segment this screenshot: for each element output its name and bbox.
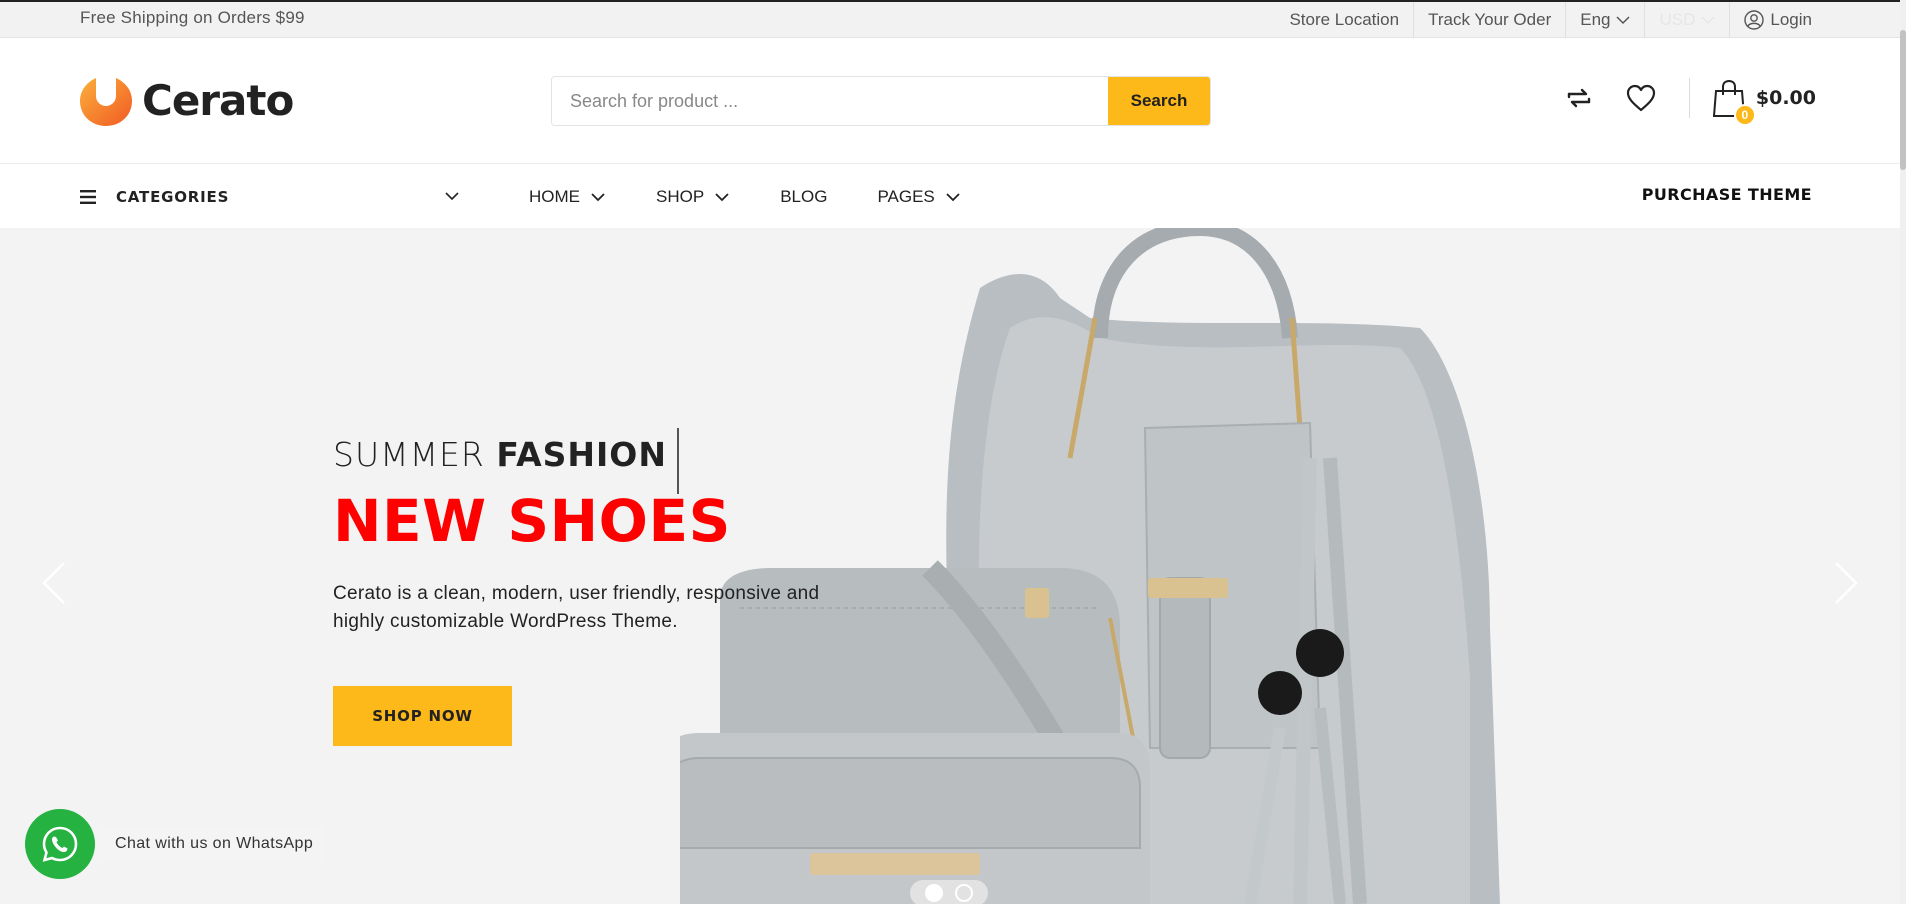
chevron-right-icon	[1835, 562, 1858, 604]
logo-text: Cerato	[142, 75, 294, 125]
chevron-down-icon	[1701, 16, 1715, 25]
menu-item-label: SHOP	[656, 186, 705, 206]
shop-now-button[interactable]: SHOP NOW	[333, 686, 512, 746]
chevron-down-icon	[715, 192, 729, 201]
wishlist-button[interactable]	[1621, 78, 1661, 118]
search-button[interactable]: Search	[1108, 77, 1210, 125]
top-bar: Free Shipping on Orders $99 Store Locati…	[0, 0, 1906, 38]
currency-selector[interactable]: USD	[1644, 2, 1729, 38]
hero-eyebrow-light: SUMMER	[333, 435, 485, 474]
page-scrollbar[interactable]	[1900, 0, 1906, 904]
menu-item-pages[interactable]: PAGES	[877, 187, 960, 207]
hero-description: Cerato is a clean, modern, user friendly…	[333, 583, 820, 632]
track-order-link[interactable]: Track Your Oder	[1413, 2, 1565, 38]
chevron-down-icon	[946, 192, 960, 201]
hero-title: NEW SHOES	[333, 487, 731, 555]
menu-item-blog[interactable]: BLOG	[780, 187, 827, 207]
whatsapp-chat-widget[interactable]: Chat with us on WhatsApp	[25, 809, 326, 879]
menu-item-label: BLOG	[780, 186, 828, 206]
language-label: Eng	[1580, 10, 1611, 29]
whatsapp-chat-label: Chat with us on WhatsApp	[103, 827, 326, 861]
top-bar-links: Store Location Track Your Oder Eng USD L…	[1275, 2, 1826, 38]
hero-slider: SUMMER FASHION NEW SHOES Cerato is a cle…	[0, 228, 1900, 904]
menu-icon	[80, 189, 96, 204]
store-location-link[interactable]: Store Location	[1275, 2, 1413, 38]
slider-pagination	[910, 880, 988, 904]
purchase-theme-link[interactable]: PURCHASE THEME	[1642, 185, 1812, 204]
slider-next-arrow[interactable]	[1826, 558, 1866, 608]
compare-icon	[1567, 88, 1591, 108]
menu-item-shop[interactable]: SHOP	[656, 187, 730, 207]
hero-eyebrow-bold: FASHION	[496, 435, 667, 474]
cart-button[interactable]: 0 $0.00	[1712, 78, 1816, 126]
scrollbar-thumb[interactable]	[1900, 30, 1906, 170]
chevron-down-icon	[1616, 16, 1631, 25]
whatsapp-icon	[42, 826, 78, 862]
header-actions: 0 $0.00	[1537, 78, 1816, 126]
chevron-down-icon	[445, 192, 459, 201]
compare-button[interactable]	[1559, 78, 1599, 118]
primary-menu: HOME SHOP BLOG PAGES	[529, 165, 1011, 228]
slider-prev-arrow[interactable]	[34, 558, 74, 608]
free-shipping-promo: Free Shipping on Orders $99	[80, 8, 305, 27]
main-navigation: CATEGORIES HOME SHOP BLOG PAGES PURCHASE…	[0, 165, 1906, 228]
menu-item-label: PAGES	[877, 186, 935, 206]
chevron-down-icon	[591, 192, 605, 201]
heart-icon	[1626, 84, 1655, 112]
cart-count-badge: 0	[1733, 104, 1756, 126]
menu-item-label: HOME	[529, 186, 580, 206]
language-selector[interactable]: Eng	[1565, 2, 1644, 38]
currency-label: USD	[1659, 10, 1696, 29]
menu-item-home[interactable]: HOME	[529, 187, 606, 207]
categories-label: CATEGORIES	[116, 187, 230, 206]
site-logo[interactable]: Cerato	[80, 74, 294, 126]
whatsapp-button[interactable]	[25, 809, 95, 879]
cart-total: $0.00	[1755, 87, 1816, 109]
handbags-image	[680, 228, 1500, 904]
header-divider	[1688, 78, 1690, 118]
product-search: Search	[551, 76, 1211, 126]
login-link[interactable]: Login	[1729, 2, 1826, 38]
slider-dot[interactable]	[955, 884, 973, 902]
user-icon	[1744, 10, 1765, 30]
login-label: Login	[1770, 10, 1812, 29]
chevron-left-icon	[42, 562, 65, 604]
logo-icon	[80, 74, 132, 126]
categories-dropdown[interactable]: CATEGORIES	[80, 165, 460, 228]
slider-dot[interactable]	[925, 884, 943, 902]
site-header: Cerato Search 0 $0.00	[0, 38, 1906, 164]
search-input[interactable]	[552, 77, 1108, 125]
hero-eyebrow: SUMMER FASHION	[333, 428, 679, 494]
